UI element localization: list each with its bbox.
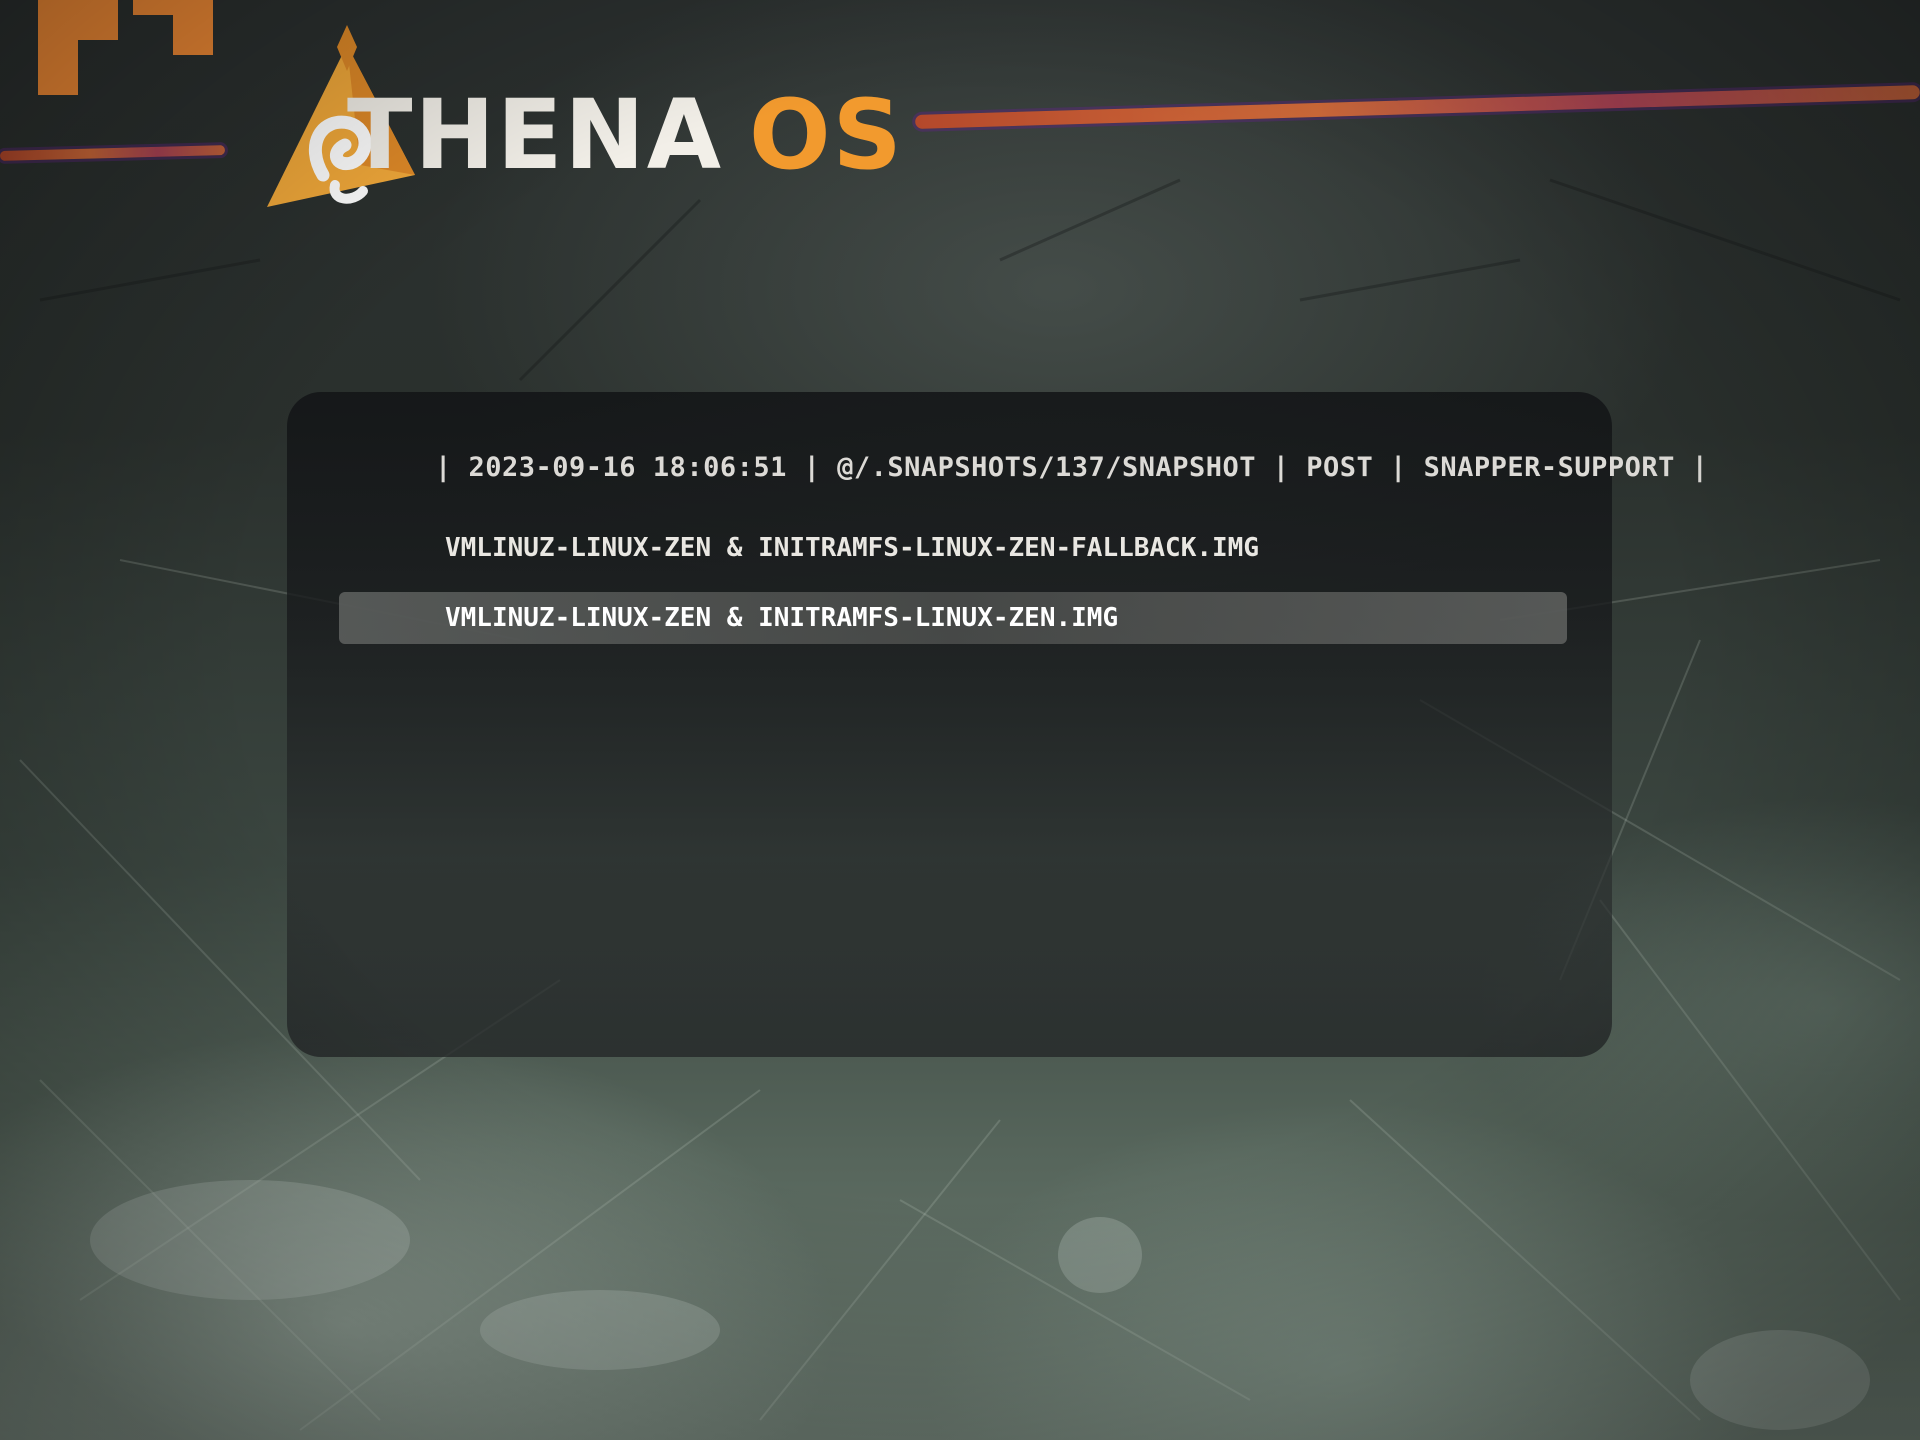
logo-word-athena: THENA [347,79,724,191]
boot-entry-label: VMLINUZ-LINUX-ZEN & INITRAMFS-LINUX-ZEN-… [445,533,1259,563]
snapshot-info-header: | 2023-09-16 18:06:51 | @/.SNAPSHOTS/137… [435,452,1709,483]
logo-wordmark: THENA OS [347,87,904,183]
logo-word-os: OS [749,79,904,191]
orange-brush-stroke-left [0,145,226,161]
boot-entry-label: VMLINUZ-LINUX-ZEN & INITRAMFS-LINUX-ZEN.… [445,603,1119,633]
corner-brand-mark-icon [38,0,213,95]
grub-boot-screen: THENA OS | 2023-09-16 18:06:51 | @/.SNAPS… [0,0,1920,1440]
boot-entry-zen-selected[interactable]: VMLINUZ-LINUX-ZEN & INITRAMFS-LINUX-ZEN.… [339,592,1567,644]
orange-brush-stroke-right [915,85,1920,129]
boot-menu-panel: | 2023-09-16 18:06:51 | @/.SNAPSHOTS/137… [287,392,1708,1057]
boot-entry-zen-fallback[interactable]: VMLINUZ-LINUX-ZEN & INITRAMFS-LINUX-ZEN-… [339,522,1567,574]
athena-os-logo: THENA OS [265,25,902,215]
